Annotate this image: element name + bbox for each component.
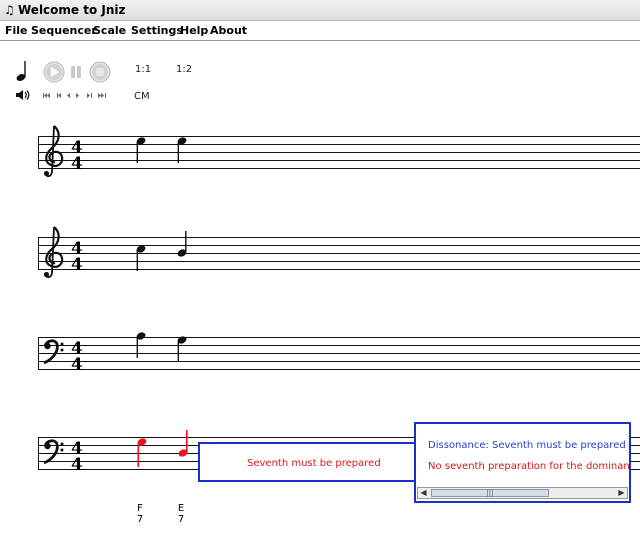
note[interactable] <box>176 136 187 163</box>
staff-3: 4 4 <box>38 332 640 375</box>
dissonance-message: Dissonance: Seventh must be prepared (3 … <box>428 440 631 451</box>
time-signature-bottom: 4 <box>71 255 83 275</box>
chord-figure: 7 <box>136 514 144 525</box>
note[interactable] <box>135 136 146 163</box>
chord-figure: 7 <box>177 514 185 525</box>
chord-root: F <box>137 503 143 514</box>
staff-1: 4 4 <box>38 124 640 178</box>
error-message: No seventh preparation for the dominant … <box>428 461 631 472</box>
time-signature-bottom: 4 <box>71 455 83 475</box>
staff-2: 4 4 <box>38 225 640 279</box>
bass-clef-icon <box>42 339 65 365</box>
scroll-left-icon[interactable]: ◀ <box>418 488 429 498</box>
error-note[interactable] <box>136 437 147 467</box>
scroll-right-icon[interactable]: ▶ <box>616 488 627 498</box>
time-signature-bottom: 4 <box>71 154 83 174</box>
note[interactable] <box>135 244 146 271</box>
time-signature-bottom: 4 <box>71 355 83 375</box>
note[interactable] <box>176 335 187 362</box>
horizontal-scrollbar[interactable]: ◀ ||| ▶ <box>417 487 628 499</box>
chord-root: E <box>177 503 185 514</box>
bass-clef-icon <box>42 439 65 465</box>
chord-label: F 7 <box>133 503 147 525</box>
error-tooltip: Seventh must be prepared <box>198 442 416 482</box>
error-note[interactable] <box>177 430 188 458</box>
scroll-thumb[interactable]: ||| <box>431 489 549 497</box>
error-message: Seventh must be prepared <box>247 458 381 469</box>
error-detail-panel: Dissonance: Seventh must be prepared (3 … <box>414 422 631 503</box>
chord-label: E 7 <box>174 503 188 525</box>
